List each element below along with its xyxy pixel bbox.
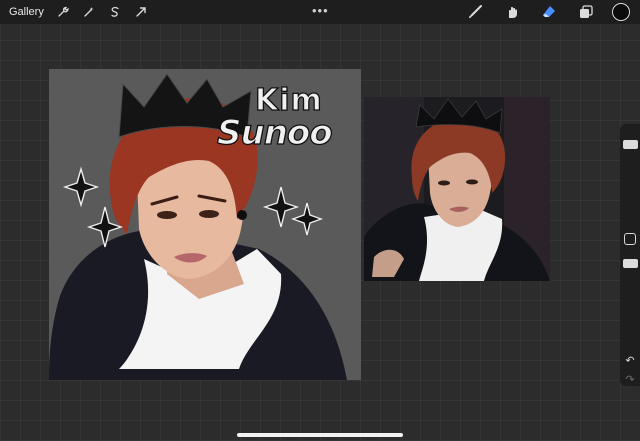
- layers-icon[interactable]: [576, 2, 596, 22]
- artwork-text-last-name: Sunoo: [216, 112, 333, 153]
- earring-shape: [237, 210, 247, 220]
- right-tool-group: [448, 2, 630, 22]
- brush-sidebar: ↶ ↷: [620, 124, 640, 386]
- drawing-canvas[interactable]: Kim Sunoo: [49, 69, 361, 380]
- brush-opacity-slider[interactable]: [623, 259, 638, 268]
- smudge-icon[interactable]: [502, 2, 522, 22]
- top-toolbar: Gallery •••: [0, 0, 640, 24]
- modify-button[interactable]: [624, 233, 636, 245]
- redo-button[interactable]: ↷: [623, 374, 637, 386]
- transform-arrow-icon[interactable]: [134, 5, 148, 19]
- right-eye-shape: [199, 210, 219, 218]
- undo-button[interactable]: ↶: [623, 355, 637, 367]
- reference-photo-illustration: [364, 97, 550, 281]
- brush-size-slider[interactable]: [623, 140, 638, 149]
- wrench-icon[interactable]: [56, 5, 70, 19]
- sparkle-icon: [62, 166, 100, 208]
- reference-image[interactable]: [364, 97, 550, 281]
- selection-icon[interactable]: [108, 5, 122, 19]
- more-options-button[interactable]: •••: [312, 3, 329, 18]
- left-eye-shape: [157, 211, 177, 219]
- home-indicator[interactable]: [237, 433, 403, 437]
- eraser-icon[interactable]: [539, 2, 559, 22]
- gallery-button[interactable]: Gallery: [9, 6, 44, 18]
- color-picker-button[interactable]: [612, 3, 630, 21]
- sparkle-icon: [262, 186, 300, 228]
- magic-wand-icon[interactable]: [82, 5, 96, 19]
- brush-icon[interactable]: [465, 2, 485, 22]
- sparkle-icon: [290, 202, 324, 236]
